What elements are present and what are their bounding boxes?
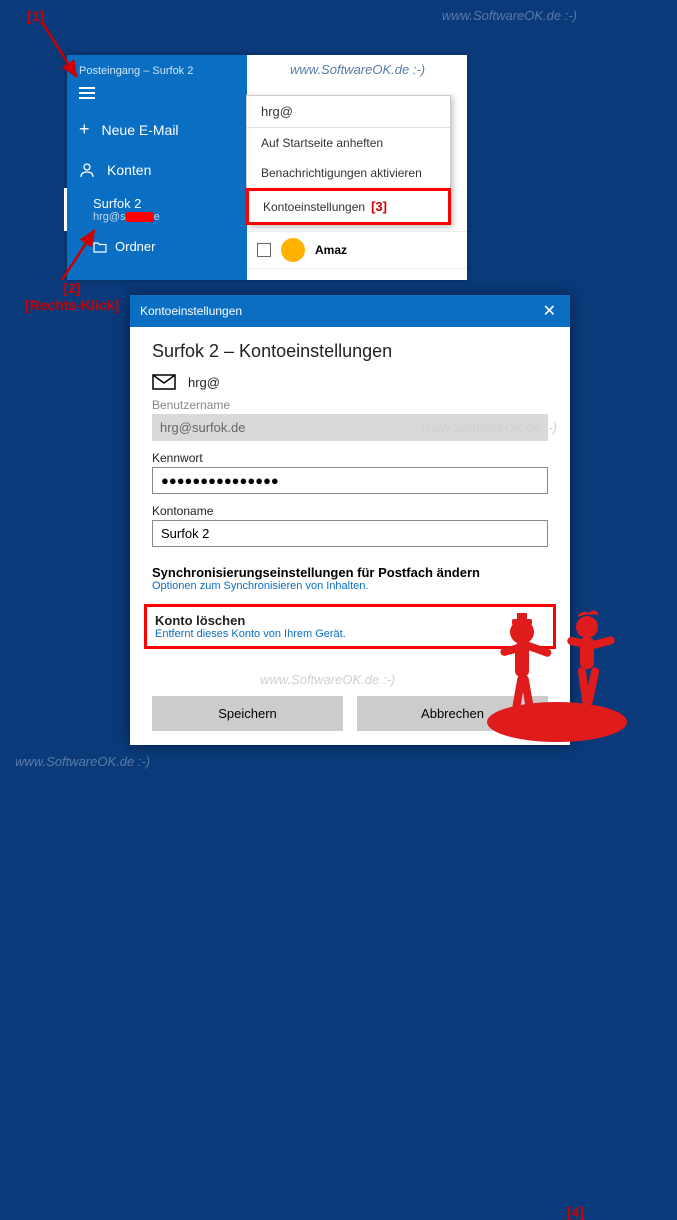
watermark: www.SoftwareOK.de :-) — [15, 754, 150, 769]
settings-dialog: Kontoeinstellungen ✕ Surfok 2 – Kontoein… — [130, 295, 570, 745]
delete-subtitle: Entfernt dieses Konto von Ihrem Gerät. [… — [155, 628, 545, 640]
username-label: Benutzername — [152, 398, 548, 412]
mail-icon — [152, 374, 176, 390]
dialog-email: hrg@ — [188, 375, 220, 390]
cancel-button[interactable]: Abbrechen — [357, 696, 548, 731]
context-menu-header: hrg@ — [247, 96, 450, 127]
username-value: hrg@surfok.de — [152, 414, 548, 441]
menu-item-pin[interactable]: Auf Startseite anheften — [247, 128, 450, 158]
accounts-label: Konten — [107, 162, 151, 178]
new-mail-button[interactable]: + Neue E-Mail — [67, 107, 247, 152]
person-icon — [79, 162, 95, 178]
close-icon[interactable]: ✕ — [539, 301, 560, 321]
new-mail-label: Neue E-Mail — [102, 122, 179, 138]
window-title: Posteingang – Surfok 2 — [67, 63, 247, 79]
hamburger-button[interactable] — [67, 79, 247, 107]
annotation-4: [4] — [567, 1204, 584, 1220]
folders-label: Ordner — [115, 239, 155, 254]
delete-account-section[interactable]: Konto löschen Entfernt dieses Konto von … — [144, 604, 556, 649]
hamburger-icon — [79, 87, 95, 99]
redaction — [126, 212, 154, 222]
menu-item-notifications[interactable]: Benachrichtigungen aktivieren — [247, 158, 450, 188]
dialog-heading: Surfok 2 – Kontoeinstellungen — [152, 341, 548, 362]
save-button[interactable]: Speichern — [152, 696, 343, 731]
password-input[interactable] — [152, 467, 548, 494]
mail-row-label: Amaz — [315, 243, 347, 257]
watermark: www.SoftwareOK.de :-) — [442, 8, 577, 23]
dialog-title: Kontoeinstellungen — [140, 304, 242, 318]
account-name: Surfok 2 — [93, 196, 221, 211]
mail-row[interactable]: Amaz — [247, 232, 467, 269]
account-email: hrg@se — [93, 211, 221, 223]
password-label: Kennwort — [152, 451, 548, 465]
checkbox[interactable] — [257, 243, 271, 257]
sync-heading[interactable]: Synchronisierungseinstellungen für Postf… — [152, 565, 548, 580]
context-menu: hrg@ Auf Startseite anheften Benachricht… — [246, 95, 451, 225]
annotation-1: [1] — [27, 8, 44, 24]
sync-subtitle: Optionen zum Synchronisieren von Inhalte… — [152, 580, 548, 592]
menu-item-account-settings[interactable]: Kontoeinstellungen[3] — [246, 188, 451, 225]
avatar — [281, 238, 305, 262]
annotation-2: [2] [Rechts-Klick] — [25, 280, 119, 314]
plus-icon: + — [79, 119, 90, 140]
delete-heading: Konto löschen — [155, 613, 545, 628]
accountname-input[interactable] — [152, 520, 548, 547]
accounts-header[interactable]: Konten — [67, 152, 247, 188]
dialog-titlebar: Kontoeinstellungen ✕ — [130, 295, 570, 327]
accountname-label: Kontoname — [152, 504, 548, 518]
annotation-3: [3] — [371, 199, 387, 214]
